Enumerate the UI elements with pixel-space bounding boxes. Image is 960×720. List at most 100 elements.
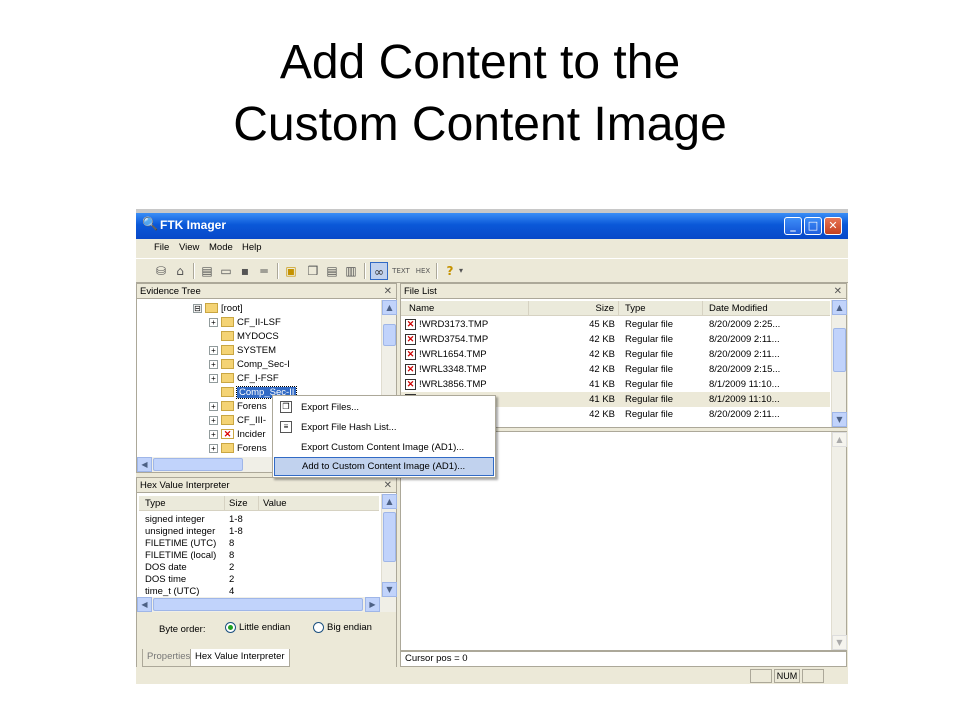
hex-interpreter-row[interactable]: FILETIME (local) 8 (145, 550, 379, 562)
tree-expander-icon[interactable]: + (209, 317, 218, 327)
tree-item[interactable]: + CF_II-LSF (209, 316, 281, 330)
evidence-tree-close-icon[interactable]: ✕ (384, 284, 392, 299)
evidence-tree-title-text: Evidence Tree (140, 286, 201, 297)
minimize-button[interactable]: _ (784, 217, 802, 235)
hex-interpreter-row[interactable]: unsigned integer 1-8 (145, 526, 379, 538)
file-row[interactable]: ✕ !WRD3754.TMP 42 KB Regular file 8/20/2009 … (401, 332, 830, 347)
file-date-modified: 8/20/2009 2:25... (709, 319, 781, 330)
tree-expander-icon[interactable]: + (209, 345, 218, 355)
tree-item[interactable]: + SYSTEM (209, 344, 276, 358)
tree-item[interactable]: + CF_III- (209, 414, 266, 428)
hscroll-thumb[interactable] (153, 598, 363, 611)
menu-mode[interactable]: Mode (209, 242, 233, 253)
scroll-down-icon[interactable]: ▼ (832, 635, 847, 650)
menu-view[interactable]: View (179, 242, 199, 253)
folder-icon (221, 345, 234, 356)
tree-expander-icon[interactable]: + (209, 443, 218, 453)
col-size[interactable]: Size (529, 301, 619, 316)
view-hex-icon[interactable]: HEX (414, 262, 432, 280)
hex-col-type[interactable]: Type (139, 496, 225, 511)
scroll-thumb[interactable] (383, 324, 396, 346)
add-all-devices-icon[interactable]: ⌂ (171, 262, 189, 280)
tree-item[interactable]: + ✕ Incider (209, 428, 266, 442)
file-size: 42 KB (589, 409, 615, 420)
file-list-close-icon[interactable]: ✕ (834, 284, 842, 299)
export-files-icon[interactable]: ❒ (304, 262, 322, 280)
context-export-files[interactable]: ❐ Export Files... (274, 398, 494, 417)
tree-item[interactable]: + Forens (209, 400, 267, 414)
col-type[interactable]: Type (619, 301, 703, 316)
decrypt-icon[interactable]: ▣ (282, 262, 300, 280)
tree-item[interactable]: MYDOCS (209, 330, 279, 344)
file-row[interactable]: ✕ !WRD3173.TMP 45 KB Regular file 8/20/2009 … (401, 317, 830, 332)
hex-hscrollbar[interactable]: ◀ ▶ (137, 597, 396, 612)
tree-item[interactable]: + Comp_Sec-I (209, 358, 290, 372)
tree-expander-icon[interactable]: + (209, 415, 218, 425)
file-name: !WRD3173.TMP (419, 319, 489, 330)
tree-item[interactable]: ⊟ [root] (193, 302, 243, 316)
context-add-to-custom-content-image[interactable]: Add to Custom Content Image (AD1)... (274, 457, 494, 476)
menu-file[interactable]: File (154, 242, 169, 253)
tree-item[interactable]: + CF_I-FSF (209, 372, 279, 386)
scroll-left-icon[interactable]: ◀ (137, 457, 152, 472)
hex-interpreter-row[interactable]: DOS time 2 (145, 574, 379, 586)
tree-expander-icon[interactable]: + (209, 401, 218, 411)
ftk-imager-screenshot: 🔍 FTK Imager _ □ ✕ File View Mode Help ⛁… (136, 209, 848, 684)
close-button[interactable]: ✕ (824, 217, 842, 235)
window-titlebar[interactable]: 🔍 FTK Imager _ □ ✕ (136, 213, 848, 239)
image-mounting-icon[interactable]: ▤ (198, 262, 216, 280)
hex-col-size[interactable]: Size (225, 496, 259, 511)
big-endian-radio[interactable]: Big endian (313, 622, 372, 633)
hex-interpreter-close-icon[interactable]: ✕ (384, 478, 392, 493)
add-evidence-icon[interactable]: ⛁ (152, 262, 170, 280)
file-list-vscrollbar[interactable]: ▲ ▼ (831, 300, 847, 427)
file-row[interactable]: ✕ !WRL3348.TMP 42 KB Regular file 8/20/2009 … (401, 362, 830, 377)
view-text-icon[interactable]: TEXT (392, 262, 410, 280)
toolbar-separator (193, 263, 195, 279)
scroll-thumb[interactable] (833, 328, 846, 372)
hex-interpreter-row[interactable]: signed integer 1-8 (145, 514, 379, 526)
context-export-custom-content-image[interactable]: Export Custom Content Image (AD1)... (274, 438, 494, 457)
tab-hex-value-interpreter[interactable]: Hex Value Interpreter (190, 649, 290, 667)
scroll-down-icon[interactable]: ▼ (382, 582, 397, 597)
export-hash-icon[interactable]: ▤ (323, 262, 341, 280)
hex-vscrollbar[interactable]: ▲ ▼ (381, 494, 397, 597)
save-icon[interactable]: ▪ (236, 262, 254, 280)
hscroll-thumb[interactable] (153, 458, 243, 471)
file-name: !WRL1654.TMP (419, 349, 487, 360)
context-export-hash-list[interactable]: ≡ Export File Hash List... (274, 418, 494, 437)
menu-help[interactable]: Help (242, 242, 262, 253)
maximize-button[interactable]: □ (804, 217, 822, 235)
tab-properties[interactable]: Properties (142, 649, 196, 667)
hex-col-value[interactable]: Value (259, 496, 379, 511)
scroll-up-icon[interactable]: ▲ (382, 300, 397, 315)
remove-evidence-icon[interactable]: ═ (255, 262, 273, 280)
file-row[interactable]: ✕ !WRL1654.TMP 42 KB Regular file 8/20/2009 … (401, 347, 830, 362)
scroll-down-icon[interactable]: ▼ (832, 412, 847, 427)
tree-expander-icon[interactable]: ⊟ (193, 303, 202, 313)
tree-expander-icon[interactable]: + (209, 373, 218, 383)
hex-interpreter-row[interactable]: DOS date 2 (145, 562, 379, 574)
scroll-left-icon[interactable]: ◀ (137, 597, 152, 612)
hex-size: 1-8 (229, 514, 243, 525)
toolbar-dropdown-icon[interactable]: ▾ (456, 262, 466, 280)
tree-item[interactable]: + Forens (209, 442, 267, 456)
scroll-up-icon[interactable]: ▲ (832, 432, 847, 447)
tree-expander-icon[interactable]: + (209, 429, 218, 439)
col-date-modified[interactable]: Date Modified (703, 301, 830, 316)
scroll-right-icon[interactable]: ▶ (365, 597, 380, 612)
col-name[interactable]: Name (401, 301, 529, 316)
tree-item-label: Comp_Sec-I (237, 359, 290, 370)
scroll-thumb[interactable] (383, 512, 396, 562)
scroll-up-icon[interactable]: ▲ (382, 494, 397, 509)
little-endian-radio[interactable]: Little endian (225, 622, 290, 633)
view-auto-icon[interactable]: ∞ (370, 262, 388, 280)
file-type: Regular file (625, 319, 674, 330)
detect-icon[interactable]: ▥ (342, 262, 360, 280)
create-disk-image-icon[interactable]: ▭ (217, 262, 235, 280)
hex-interpreter-row[interactable]: FILETIME (UTC) 8 (145, 538, 379, 550)
tree-expander-icon[interactable]: + (209, 359, 218, 369)
file-row[interactable]: ✕ !WRL3856.TMP 41 KB Regular file 8/1/2009 1… (401, 377, 830, 392)
scroll-up-icon[interactable]: ▲ (832, 300, 847, 315)
viewer-vscrollbar[interactable]: ▲ ▼ (831, 432, 847, 650)
